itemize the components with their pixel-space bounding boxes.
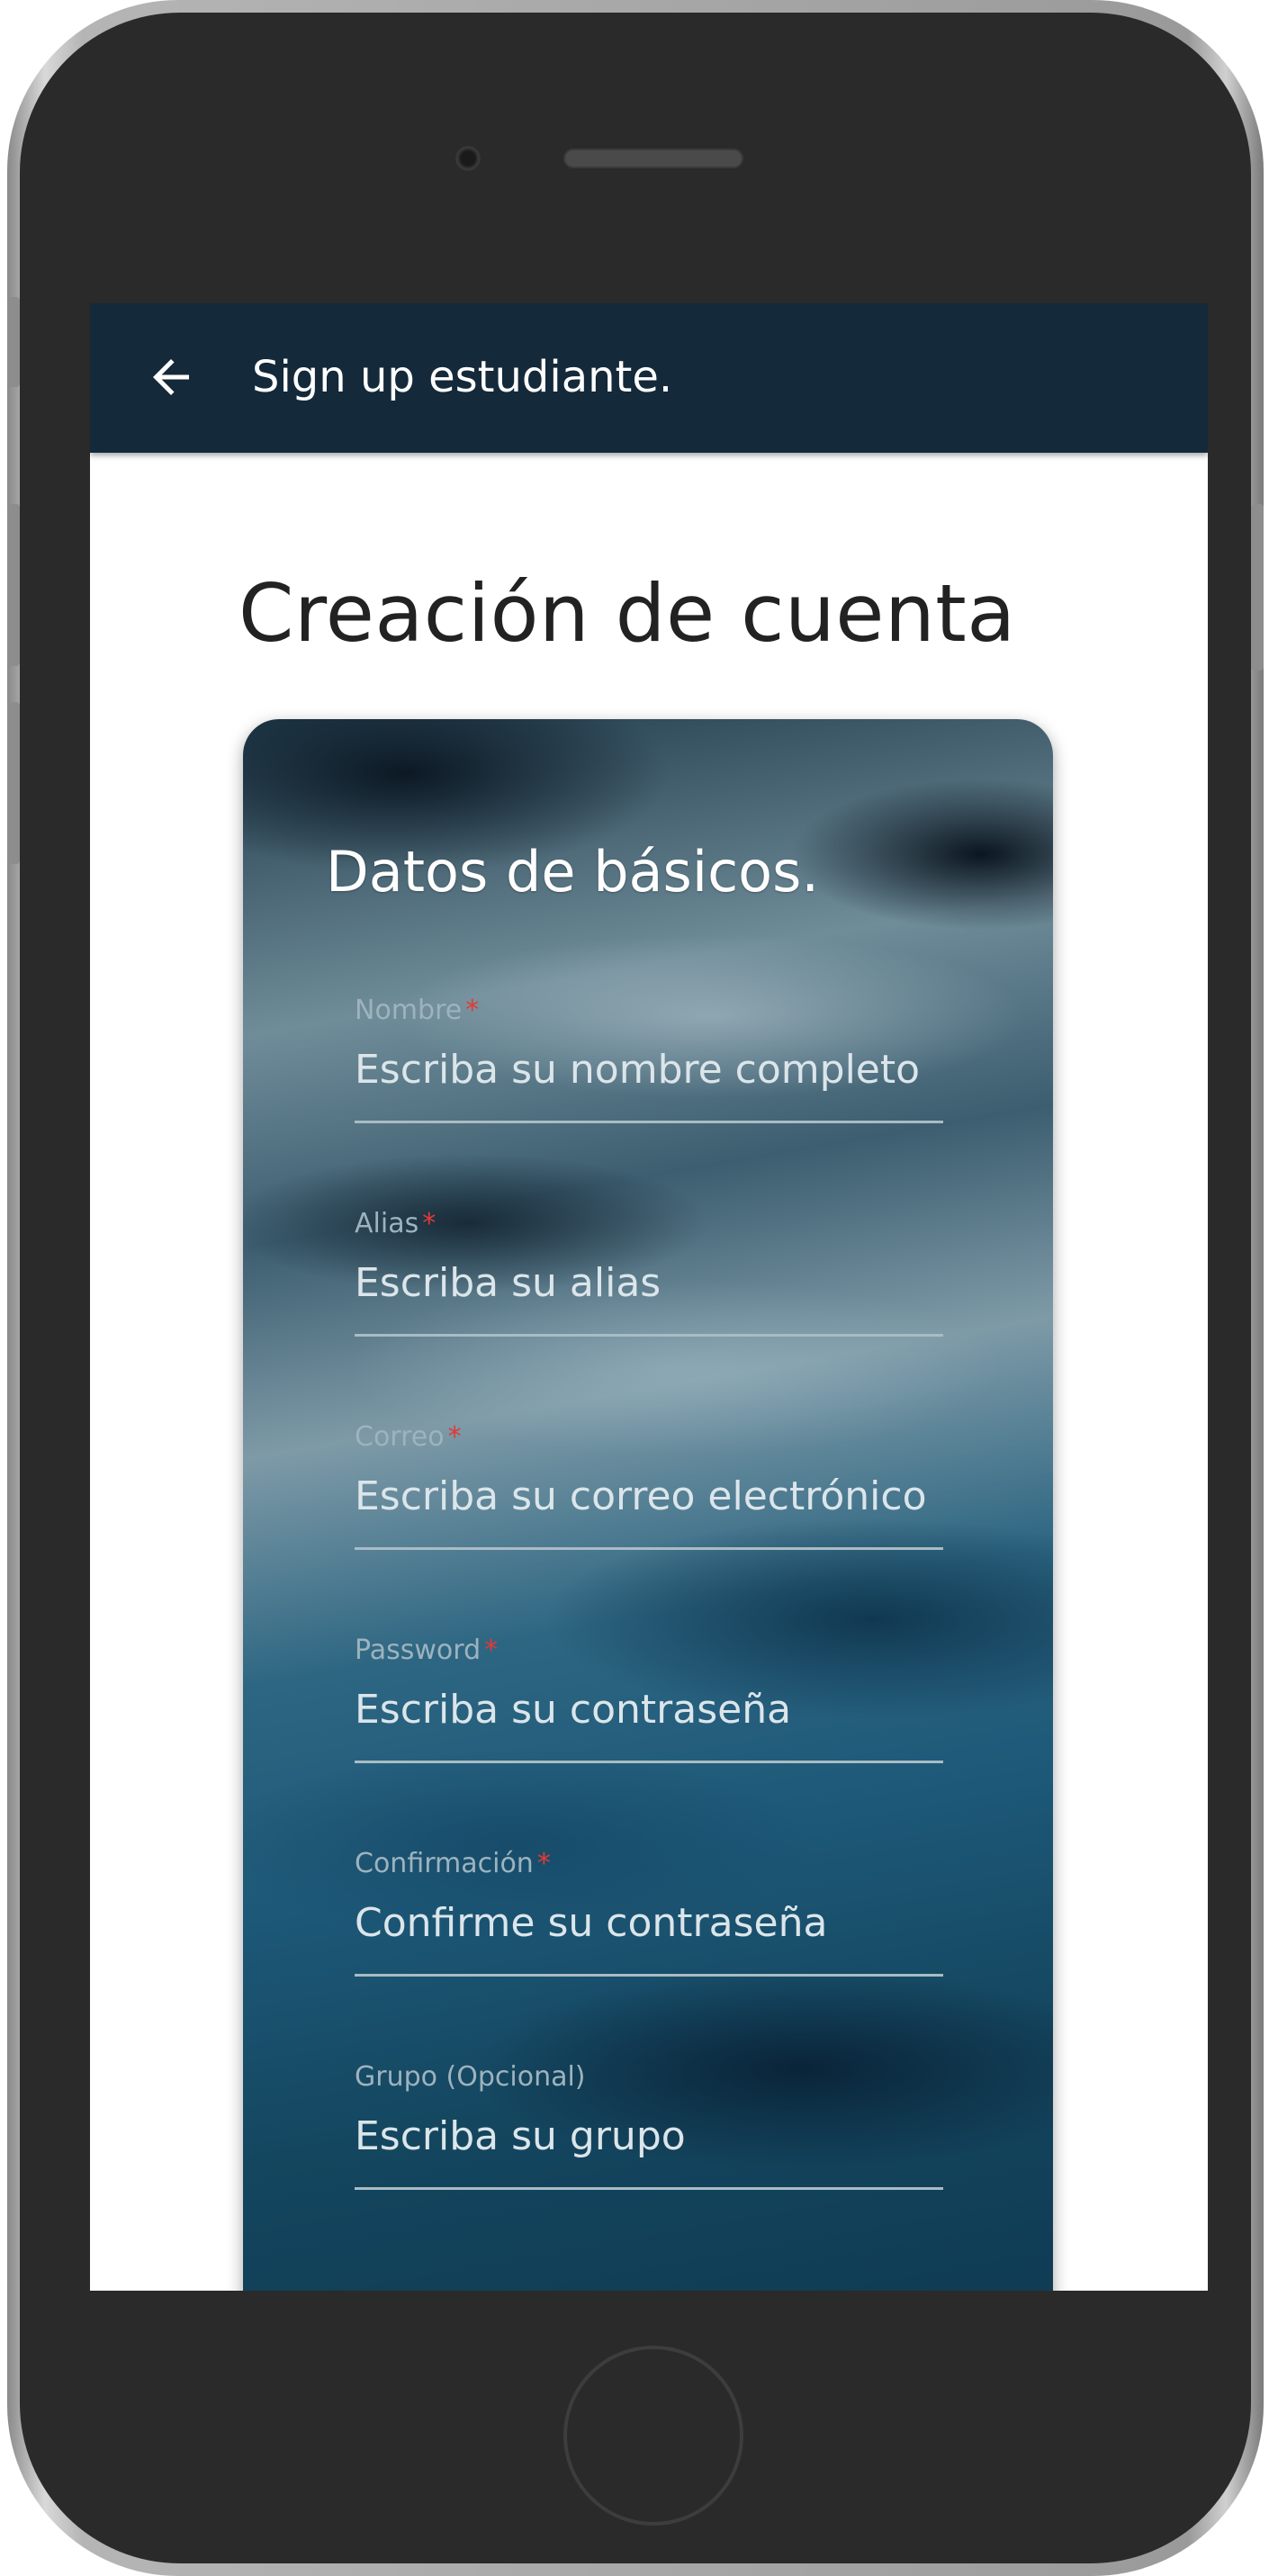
- volume-up-button: [7, 504, 20, 666]
- email-field: Correo *: [355, 1419, 943, 1550]
- app-bar-title: Sign up estudiante.: [252, 352, 673, 402]
- page-title: Creación de cuenta: [238, 567, 1016, 660]
- app-bar: Sign up estudiante.: [90, 303, 1208, 453]
- name-field: Nombre *: [355, 993, 943, 1123]
- required-marker: *: [484, 1635, 499, 1666]
- password-label: Password *: [355, 1635, 499, 1666]
- confirm-password-label: Confirmación *: [355, 1848, 551, 1879]
- earpiece-speaker: [563, 149, 743, 168]
- confirm-password-input[interactable]: [355, 1898, 943, 1977]
- alias-label: Alias *: [355, 1208, 436, 1239]
- back-button[interactable]: [144, 350, 198, 404]
- signup-card: Datos de básicos. Nombre* Alias* Correo*…: [243, 719, 1053, 2291]
- email-input[interactable]: [355, 1472, 943, 1550]
- confirm-password-field: Confirmación *: [355, 1846, 943, 1977]
- app-screen: Sign up estudiante. Creación de cuenta D…: [90, 303, 1208, 2291]
- required-marker: *: [536, 1848, 551, 1879]
- volume-down-button: [7, 702, 20, 864]
- alias-input[interactable]: [355, 1258, 943, 1337]
- home-button[interactable]: [563, 2346, 743, 2526]
- name-label: Nombre *: [355, 995, 480, 1026]
- name-input[interactable]: [355, 1045, 943, 1123]
- password-input[interactable]: [355, 1685, 943, 1763]
- power-button: [1251, 504, 1264, 671]
- arrow-left-icon: [153, 359, 189, 395]
- required-marker: *: [465, 995, 480, 1026]
- group-field: Grupo (Opcional): [355, 2059, 943, 2190]
- password-field: Password *: [355, 1633, 943, 1763]
- email-label: Correo *: [355, 1421, 462, 1453]
- phone-bezel: Sign up estudiante. Creación de cuenta D…: [20, 13, 1251, 2563]
- group-input[interactable]: [355, 2112, 943, 2190]
- front-camera: [455, 146, 481, 171]
- required-marker: *: [447, 1421, 462, 1453]
- phone-frame: Sign up estudiante. Creación de cuenta D…: [7, 0, 1264, 2576]
- required-marker: *: [422, 1208, 436, 1239]
- alias-field: Alias *: [355, 1206, 943, 1337]
- group-label: Grupo (Opcional): [355, 2061, 586, 2093]
- card-title: Datos de básicos.: [326, 839, 820, 905]
- mute-switch: [7, 297, 20, 387]
